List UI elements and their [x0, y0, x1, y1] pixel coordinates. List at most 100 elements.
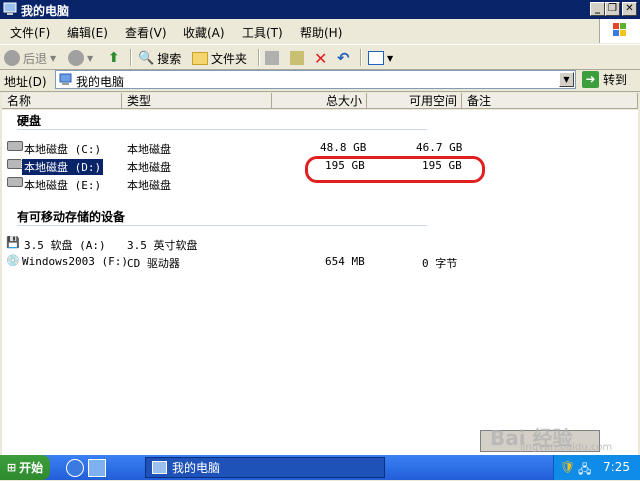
delete-button[interactable]: ✕ [314, 48, 328, 68]
my-computer-icon [152, 461, 167, 474]
windows-logo [599, 19, 640, 43]
menu-file[interactable]: 文件(F) [10, 24, 50, 41]
drive-row-a[interactable]: 💾 3.5 软盘 (A:) 3.5 英寸软盘 [2, 236, 638, 253]
minimize-button[interactable]: _ [590, 2, 605, 16]
show-desktop-icon[interactable] [88, 459, 106, 477]
drive-free: 46.7 GB [416, 141, 463, 154]
taskbar-my-computer[interactable]: 我的电脑 [145, 457, 385, 478]
hard-drive-icon [7, 141, 23, 151]
group-removable: 有可移动存储的设备 [17, 210, 126, 224]
address-dropdown-icon[interactable]: ▼ [559, 72, 574, 87]
network-icon[interactable]: 🖧 [578, 460, 591, 481]
explorer-window: 我的电脑 _ ❐ ✕ 文件(F) 编辑(E) 查看(V) 收藏(A) 工具(T)… [0, 0, 640, 455]
drive-row-f[interactable]: 💿 Windows2003 (F:) CD 驱动器 654 MB 0 字节 [2, 254, 638, 271]
drive-type: 本地磁盘 [127, 179, 171, 192]
cd-drive-icon: 💿 [6, 254, 20, 267]
windows-flag-icon [613, 23, 626, 36]
search-button[interactable]: 🔍 搜索 [138, 49, 181, 67]
forward-arrow-icon [68, 50, 84, 66]
address-bar: 地址(D) 我的电脑 ▼ ➜ 转到 [0, 69, 640, 92]
back-dropdown-icon[interactable]: ▼ [50, 54, 56, 63]
title-bar[interactable]: 我的电脑 _ ❐ ✕ [0, 0, 640, 19]
search-icon: 🔍 [138, 50, 155, 66]
file-list[interactable]: 名称 类型 总大小 可用空间 备注 硬盘 本地磁盘 (C:) 本地磁盘 48.8… [2, 93, 638, 455]
move-to-icon [265, 51, 279, 65]
forward-button[interactable]: ▼ [68, 49, 93, 67]
column-name[interactable]: 名称 [2, 93, 122, 109]
my-computer-icon [3, 2, 17, 15]
back-button[interactable]: 后退 ▼ [4, 49, 56, 67]
address-value: 我的电脑 [76, 75, 125, 89]
task-label: 我的电脑 [172, 461, 221, 475]
column-free-space[interactable]: 可用空间 [367, 93, 462, 109]
forward-dropdown-icon[interactable]: ▼ [87, 54, 93, 63]
views-button[interactable]: ▼ [368, 49, 393, 67]
hard-drive-icon [7, 159, 23, 169]
toolbar-separator [130, 49, 132, 66]
drive-name: 本地磁盘 (E:) [24, 179, 102, 192]
watermark-url: jingyan.baidu.com [520, 442, 613, 453]
ie-icon[interactable] [66, 459, 84, 477]
window-title: 我的电脑 [21, 4, 70, 18]
windows-flag-icon: ⊞ [6, 461, 17, 474]
menu-favorites[interactable]: 收藏(A) [183, 24, 225, 41]
drive-type: 本地磁盘 [127, 143, 171, 156]
drive-free: 0 字节 [422, 257, 458, 270]
up-folder-icon: ⬆ [108, 50, 120, 66]
drive-name: 本地磁盘 (C:) [24, 143, 102, 156]
security-shield-icon[interactable]: 🛡 [560, 460, 575, 474]
folder-icon [192, 51, 208, 65]
drive-total: 48.8 GB [320, 141, 367, 154]
start-label: 开始 [19, 461, 44, 475]
close-button[interactable]: ✕ [622, 2, 637, 16]
address-input[interactable]: 我的电脑 ▼ [55, 70, 576, 89]
views-icon [368, 51, 384, 65]
menu-tools[interactable]: 工具(T) [242, 24, 283, 41]
taskbar: ⊞ 开始 我的电脑 🛡 🖧 7:25 [0, 455, 640, 480]
menu-bar: 文件(F) 编辑(E) 查看(V) 收藏(A) 工具(T) 帮助(H) [0, 19, 640, 43]
column-comment[interactable]: 备注 [462, 93, 638, 109]
go-button[interactable]: ➜ 转到 [582, 70, 627, 89]
group-divider [17, 225, 427, 226]
column-total-size[interactable]: 总大小 [272, 93, 367, 109]
my-computer-icon [59, 73, 72, 85]
start-button[interactable]: ⊞ 开始 [0, 455, 50, 480]
go-arrow-icon: ➜ [582, 71, 599, 88]
menu-edit[interactable]: 编辑(E) [67, 24, 108, 41]
drive-name: 3.5 软盘 (A:) [24, 239, 106, 252]
drive-name-selected: 本地磁盘 (D:) [20, 158, 105, 176]
undo-icon: ↶ [337, 49, 350, 67]
annotation-circle [305, 156, 485, 183]
views-dropdown-icon: ▼ [387, 53, 394, 63]
delete-x-icon: ✕ [314, 48, 328, 68]
menu-view[interactable]: 查看(V) [125, 24, 167, 41]
back-label: 后退 [23, 51, 48, 66]
folders-label: 文件夹 [211, 51, 248, 66]
toolbar-separator [360, 49, 362, 66]
restore-button[interactable]: ❐ [605, 2, 620, 16]
drive-name: Windows2003 (F:) [22, 255, 128, 268]
standard-toolbar: 后退 ▼ ▼ ⬆ 🔍 搜索 文件夹 ✕ ↶ ▼ [0, 44, 640, 70]
floppy-drive-icon: 💾 [6, 236, 20, 249]
clock[interactable]: 7:25 [603, 460, 630, 474]
hard-drive-icon [7, 177, 23, 187]
address-label: 地址(D) [4, 75, 47, 89]
toolbar-separator [258, 49, 260, 66]
go-label: 转到 [603, 73, 628, 87]
search-label: 搜索 [157, 51, 182, 66]
copy-to-icon [290, 51, 304, 65]
move-to-button[interactable] [265, 49, 279, 67]
drive-row-c[interactable]: 本地磁盘 (C:) 本地磁盘 48.8 GB 46.7 GB [2, 140, 638, 157]
column-type[interactable]: 类型 [122, 93, 272, 109]
folders-button[interactable]: 文件夹 [192, 49, 247, 67]
back-arrow-icon [4, 50, 20, 66]
group-hard-disks: 硬盘 [17, 114, 42, 128]
group-divider [17, 129, 427, 130]
up-button[interactable]: ⬆ [108, 49, 120, 67]
undo-button[interactable]: ↶ [337, 49, 350, 67]
menu-help[interactable]: 帮助(H) [300, 24, 342, 41]
column-header: 名称 类型 总大小 可用空间 备注 [2, 93, 638, 110]
drive-type: 本地磁盘 [127, 161, 171, 174]
copy-to-button[interactable] [290, 49, 304, 67]
drive-type: CD 驱动器 [127, 257, 180, 270]
